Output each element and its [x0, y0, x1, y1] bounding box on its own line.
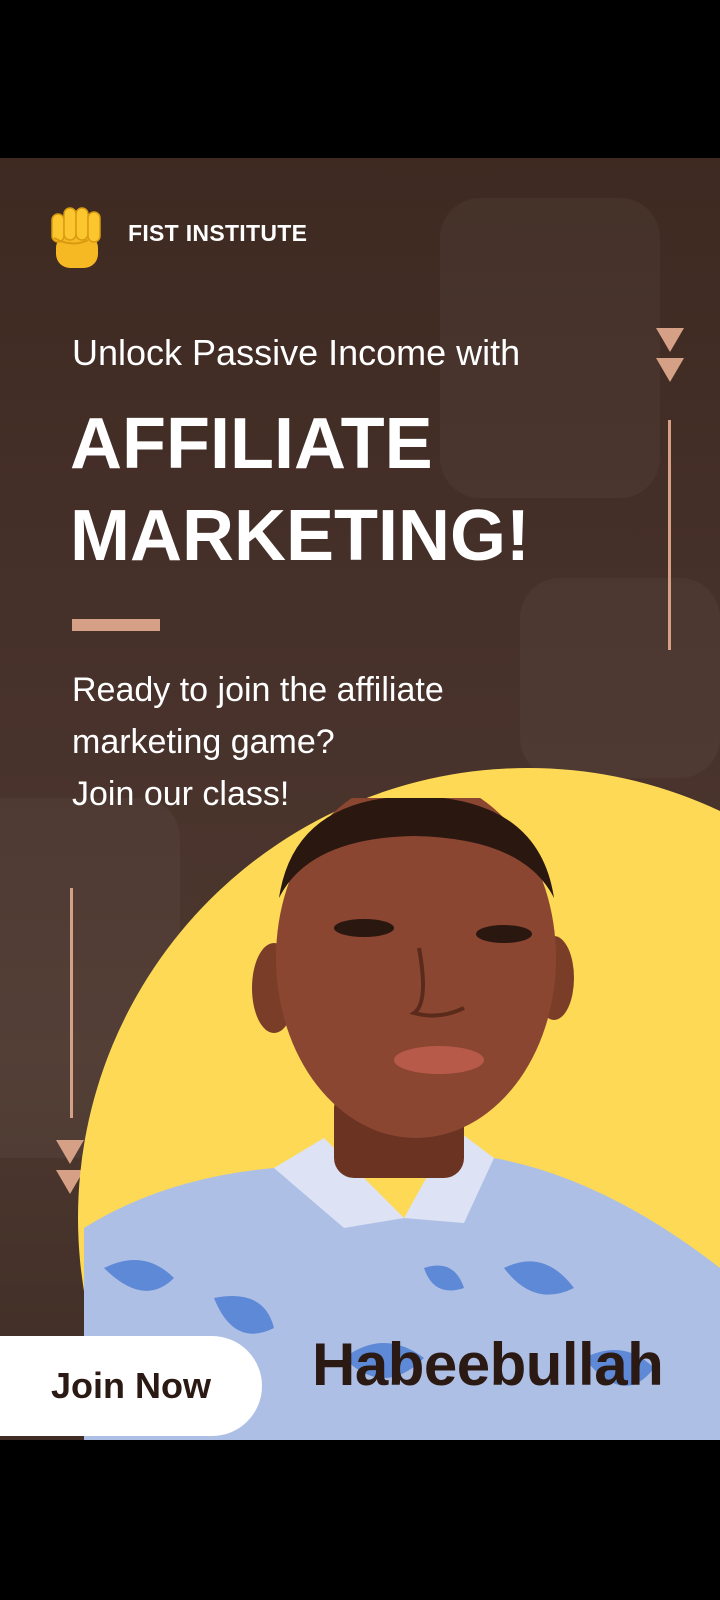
raised-fist-icon [51, 207, 101, 268]
headline: AFFILIATE MARKETING! [70, 398, 630, 582]
triangle-down-icon [656, 328, 684, 352]
decor-line-right [668, 420, 671, 650]
join-now-button[interactable]: Join Now [0, 1336, 262, 1436]
accent-bar [72, 619, 160, 631]
body-line: marketing game? [72, 723, 335, 761]
headline-line: AFFILIATE [70, 404, 433, 484]
triangle-down-icon [656, 358, 684, 382]
person-name: Habeebullah [312, 1331, 664, 1398]
headline-line: MARKETING! [70, 496, 530, 576]
triangle-down-icon [56, 1140, 84, 1164]
brand-name: FIST INSTITUTE [128, 220, 308, 246]
decor-line-left [70, 888, 73, 1118]
subtitle: Unlock Passive Income with [72, 332, 521, 373]
body-line: Ready to join the affiliate [72, 671, 444, 709]
decor-triangles-right [656, 328, 686, 388]
poster: FIST INSTITUTE Unlock Passive Income wit… [0, 158, 720, 1440]
